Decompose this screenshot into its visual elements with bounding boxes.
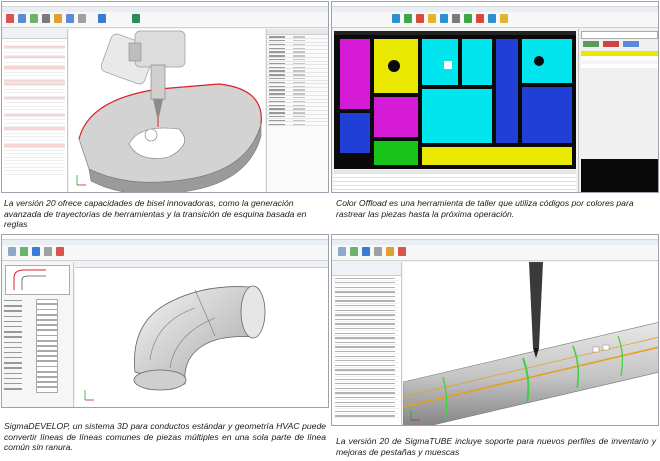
parts-table[interactable] xyxy=(334,170,576,192)
ribbon-tool-icon[interactable] xyxy=(386,247,394,256)
part-details-panel[interactable] xyxy=(578,29,658,192)
elbow-preview xyxy=(5,265,70,295)
ribbon-tool-icon[interactable] xyxy=(56,247,64,256)
ribbon-tool-icon[interactable] xyxy=(98,14,106,23)
ribbon-tool-icon[interactable] xyxy=(8,247,16,256)
screenshot-offload xyxy=(331,1,659,193)
ribbon-tool-icon[interactable] xyxy=(338,247,346,256)
ribbon-tool-icon[interactable] xyxy=(452,14,460,23)
ribbon-toolbar[interactable] xyxy=(2,245,328,261)
panel-offload: Color Offload es una herramienta de tall… xyxy=(330,0,660,230)
ribbon-tool-icon[interactable] xyxy=(428,14,436,23)
ribbon-tool-icon[interactable] xyxy=(54,14,62,23)
toolpath-list[interactable] xyxy=(2,29,68,192)
nest-sheet-view[interactable] xyxy=(334,31,576,169)
ribbon-tool-icon[interactable] xyxy=(78,14,86,23)
ribbon-tool-icon[interactable] xyxy=(20,247,28,256)
ribbon-tool-icon[interactable] xyxy=(392,14,400,23)
panel-bevel: La versión 20 ofrece capacidades de bise… xyxy=(0,0,330,230)
tube-3d-viewport[interactable] xyxy=(402,262,658,425)
ribbon-tool-icon[interactable] xyxy=(42,14,50,23)
ribbon-tool-icon[interactable] xyxy=(476,14,484,23)
ribbon-tool-icon[interactable] xyxy=(398,247,406,256)
ribbon-tool-icon[interactable] xyxy=(374,247,382,256)
caption-offload: Color Offload es una herramienta de tall… xyxy=(336,198,634,219)
ribbon-tool-icon[interactable] xyxy=(464,14,472,23)
ribbon-tool-icon[interactable] xyxy=(440,14,448,23)
ribbon-toolbar[interactable] xyxy=(2,12,328,28)
ribbon-tool-icon[interactable] xyxy=(6,14,14,23)
screenshot-tube xyxy=(331,234,659,426)
ribbon-tool-icon[interactable] xyxy=(416,14,424,23)
screenshot-develop xyxy=(1,234,329,408)
screenshot-bevel xyxy=(1,1,329,193)
ribbon-tool-icon[interactable] xyxy=(30,14,38,23)
caption-bevel: La versión 20 ofrece capacidades de bise… xyxy=(4,198,307,229)
ribbon-toolbar[interactable] xyxy=(332,245,658,261)
panel-develop: SigmaDEVELOP, un sistema 3D para conduct… xyxy=(0,230,330,461)
ribbon-tool-icon[interactable] xyxy=(404,14,412,23)
ribbon-tool-icon[interactable] xyxy=(350,247,358,256)
ribbon-tool-icon[interactable] xyxy=(18,14,26,23)
duct-parameters-form[interactable] xyxy=(2,262,74,407)
ribbon-tool-icon[interactable] xyxy=(66,14,74,23)
playback-controls[interactable] xyxy=(2,29,67,39)
ribbon-tool-icon[interactable] xyxy=(500,14,508,23)
playback-controls[interactable] xyxy=(332,262,401,276)
ribbon-tool-icon[interactable] xyxy=(488,14,496,23)
panel-tube: La versión 20 de SigmaTUBE incluye sopor… xyxy=(330,230,660,461)
ribbon-tool-icon[interactable] xyxy=(362,247,370,256)
ribbon-toolbar[interactable] xyxy=(332,12,658,28)
caption-develop: SigmaDEVELOP, un sistema 3D para conduct… xyxy=(4,421,326,452)
bevel-3d-viewport[interactable] xyxy=(69,29,265,192)
properties-panel[interactable] xyxy=(266,29,328,192)
ribbon-tool-icon[interactable] xyxy=(132,14,140,23)
ribbon-tool-icon[interactable] xyxy=(44,247,52,256)
tube-toolpath-list[interactable] xyxy=(332,262,402,425)
duct-3d-viewport[interactable] xyxy=(75,262,328,407)
ribbon-tool-icon[interactable] xyxy=(32,247,40,256)
caption-tube: La versión 20 de SigmaTUBE incluye sopor… xyxy=(336,436,656,457)
